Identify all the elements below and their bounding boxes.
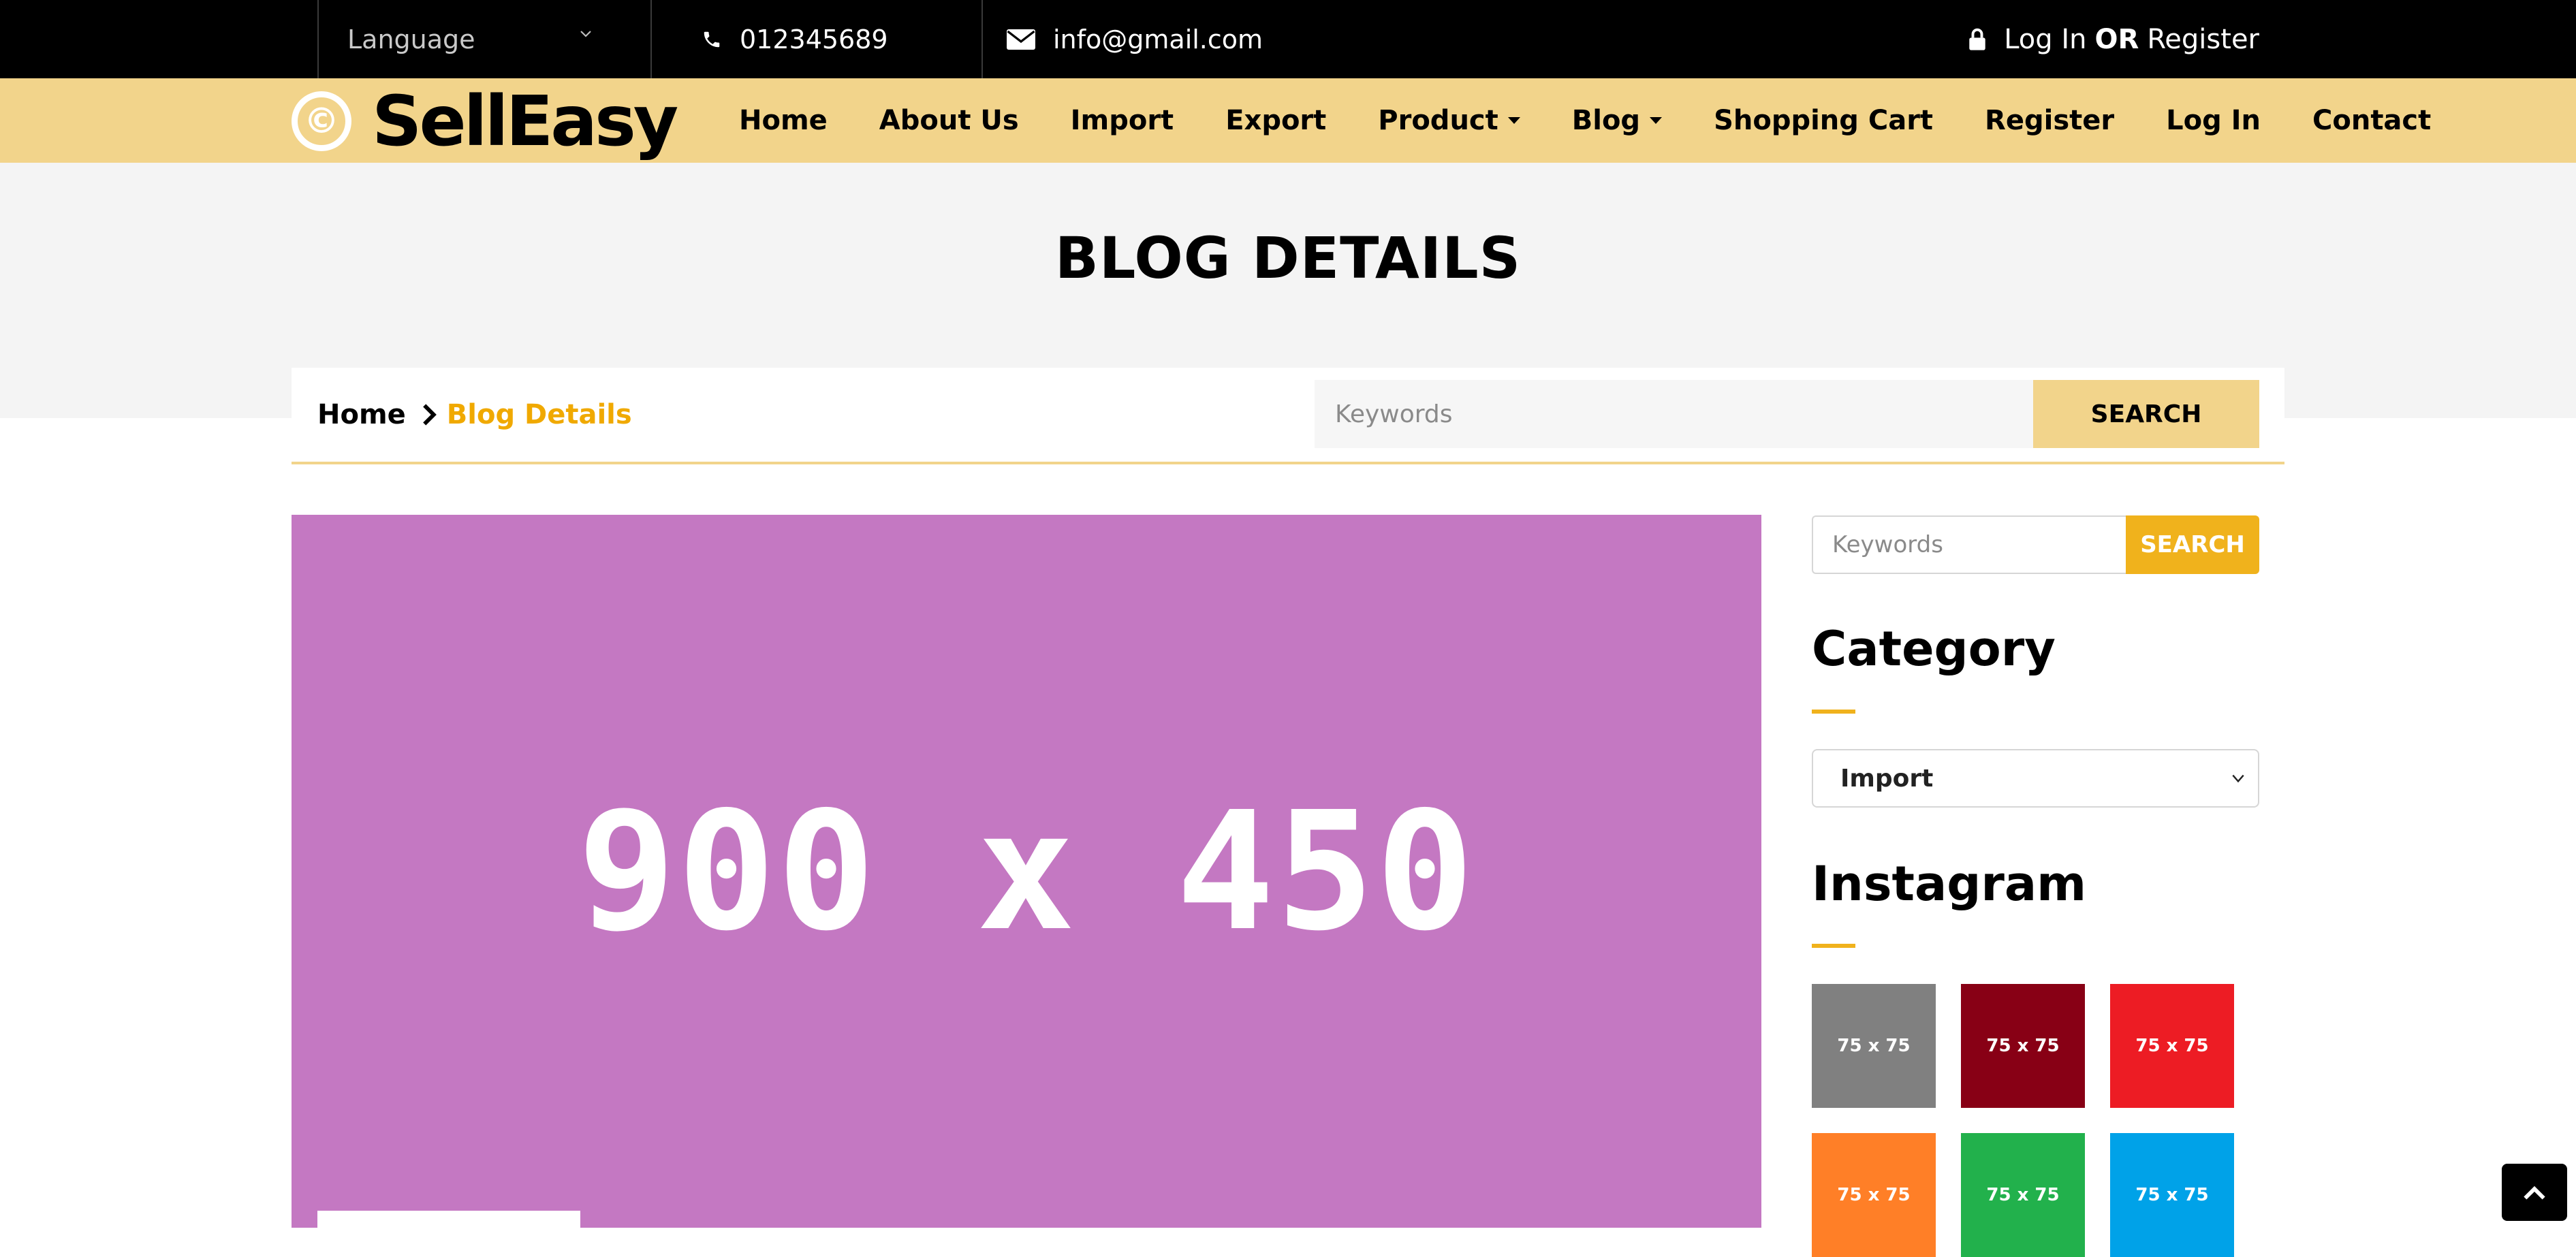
nav-item-label: Register [1985,105,2115,136]
back-to-top-button[interactable] [2502,1164,2567,1221]
nav-item-label: Shopping Cart [1714,105,1934,136]
image-caption-box [317,1211,580,1238]
instagram-thumbnail[interactable]: 75 x 75 [1812,984,1936,1108]
phone-contact[interactable]: 012345689 [702,0,888,78]
thumbnail-label: 75 x 75 [1986,1185,2060,1205]
nav-item-label: Contact [2312,105,2432,136]
nav-item-label: Blog [1571,105,1641,136]
language-select[interactable]: Language [347,0,475,78]
page-title: BLOG DETAILS [1054,225,1522,291]
thumbnail-label: 75 x 75 [2135,1185,2209,1205]
chevron-down-icon [2232,774,2244,783]
nav-item-home[interactable]: Home [739,105,828,136]
heading-underline [1812,944,1855,948]
chevron-right-icon [422,404,437,426]
phone-number: 012345689 [740,24,888,54]
thumbnail-label: 75 x 75 [1837,1185,1911,1205]
nav-item-contact[interactable]: Contact [2312,105,2431,136]
nav-item-export[interactable]: Export [1225,105,1326,136]
nav-item-log-in[interactable]: Log In [2166,105,2261,136]
image-placeholder-label: 900 x 450 [577,776,1476,967]
login-link[interactable]: Log In [2004,24,2086,55]
instagram-thumbnail[interactable]: 75 x 75 [1961,1133,2085,1257]
thumbnail-label: 75 x 75 [1837,1036,1911,1056]
nav-item-label: Home [739,105,828,136]
copyright-logo-icon: © [292,91,351,151]
register-link[interactable]: Register [2147,24,2259,55]
thumbnail-label: 75 x 75 [2135,1036,2209,1056]
blog-featured-image: 900 x 450 [292,515,1761,1228]
search-button[interactable]: SEARCH [2033,380,2259,448]
nav-item-about-us[interactable]: About Us [879,105,1019,136]
envelope-icon [1007,29,1035,50]
sidebar-search-button[interactable]: SEARCH [2126,515,2259,574]
chevron-down-icon [580,31,591,37]
email-contact[interactable]: info@gmail.com [1007,0,1263,78]
top-bar: Language 012345689 info@gmail.com Log In… [0,0,2576,78]
brand-name: SellEasy [372,80,678,162]
instagram-thumbnail[interactable]: 75 x 75 [2110,1133,2234,1257]
breadcrumb: Home Blog Details [317,368,632,462]
nav-item-blog[interactable]: Blog [1571,105,1663,136]
nav-item-label: Export [1225,105,1327,136]
nav-item-product[interactable]: Product [1378,105,1520,136]
caret-down-icon [1507,117,1520,124]
instagram-heading: Instagram [1812,856,2087,912]
lock-icon [1969,28,1985,50]
email-address: info@gmail.com [1053,24,1263,54]
main-nav: Home About Us Import Export Product Blog… [739,78,2431,163]
caret-down-icon [1650,117,1663,124]
nav-item-label: About Us [879,105,1019,136]
instagram-thumbnail[interactable]: 75 x 75 [1812,1133,1936,1257]
instagram-thumbnail[interactable]: 75 x 75 [1961,984,2085,1108]
category-heading: Category [1812,621,2056,677]
phone-icon [704,31,720,47]
or-separator: OR [2094,23,2139,55]
category-select[interactable]: Import [1812,749,2259,808]
chevron-up-icon [2524,1186,2545,1200]
search-input[interactable] [1315,380,2033,448]
nav-item-register[interactable]: Register [1985,105,2114,136]
category-select-value: Import [1840,764,1934,793]
heading-underline [1812,710,1855,714]
top-bar-divider [650,0,652,78]
nav-item-shopping-cart[interactable]: Shopping Cart [1714,105,1933,136]
brand-logo[interactable]: © SellEasy [292,81,678,162]
thumbnail-label: 75 x 75 [1986,1036,2060,1056]
language-select-label: Language [347,24,475,54]
nav-item-import[interactable]: Import [1071,105,1174,136]
top-bar-divider [317,0,319,78]
sidebar-search-input[interactable] [1812,515,2126,574]
nav-item-label: Import [1070,105,1174,136]
auth-links: Log In OR Register [1968,0,2259,78]
nav-item-label: Product [1378,105,1498,136]
instagram-thumbnail[interactable]: 75 x 75 [2110,984,2234,1108]
top-bar-divider [981,0,983,78]
nav-item-label: Log In [2166,105,2261,136]
breadcrumb-home-link[interactable]: Home [317,399,406,430]
breadcrumb-current: Blog Details [446,399,632,430]
